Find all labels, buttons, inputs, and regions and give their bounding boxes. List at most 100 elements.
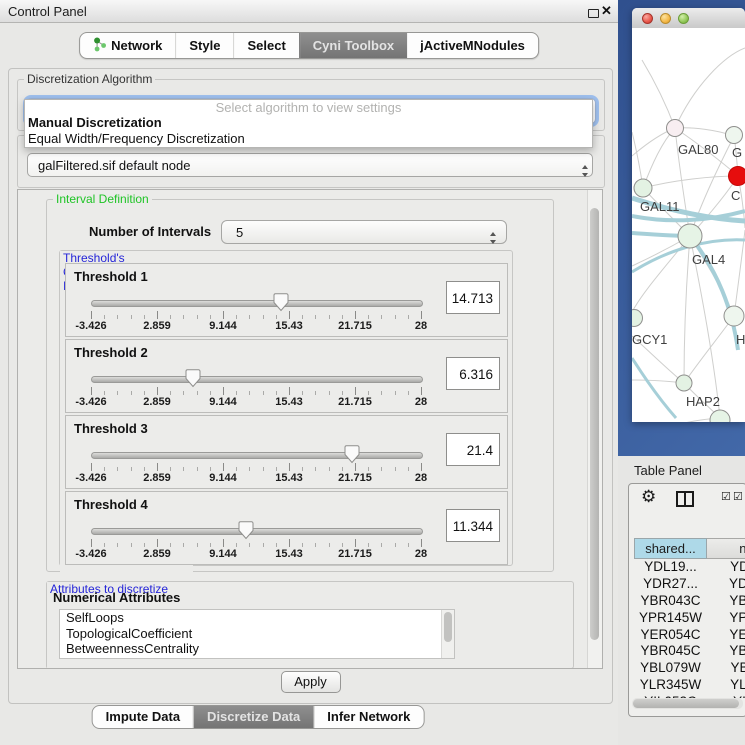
network-edge[interactable] (684, 316, 734, 383)
tab-infer-network[interactable]: Infer Network (313, 706, 423, 728)
apply-button[interactable]: Apply (281, 671, 341, 693)
tick-label: 9.144 (209, 320, 237, 332)
table-panel-section: Table Panel ⚙ ☑ ☑ shared...na YDL19...YD… (618, 456, 745, 745)
table-cell[interactable]: YDR27... (634, 576, 707, 593)
table-cell[interactable]: YBR045C (634, 643, 707, 660)
checkbox-icon[interactable]: ☑ (733, 490, 743, 503)
list-item[interactable]: SelfLoops (60, 610, 454, 626)
tab-label: Discretize Data (207, 709, 300, 724)
threshold-label: Threshold 1 (74, 269, 148, 284)
threshold-slider[interactable]: -3.4262.8599.14415.4321.71528 (91, 367, 421, 409)
table-cell[interactable]: YDL19... (634, 559, 707, 576)
dropdown-option[interactable]: Manual Discretization (25, 115, 592, 131)
close-icon[interactable]: ✕ (601, 3, 612, 19)
tick-label: 9.144 (209, 548, 237, 560)
table-row[interactable]: YER054CYER0 (634, 627, 745, 644)
table-row[interactable]: YLR345WYLR3 (634, 677, 745, 694)
table-cell[interactable]: YPR1 (707, 610, 745, 627)
tab-jactivemnodules[interactable]: jActiveMNodules (407, 33, 538, 58)
network-node[interactable] (667, 120, 684, 137)
threshold-slider[interactable]: -3.4262.8599.14415.4321.71528 (91, 519, 421, 561)
table-cell[interactable]: YLR3 (707, 677, 745, 694)
network-node[interactable] (726, 127, 743, 144)
slider-track[interactable] (91, 452, 423, 459)
num-intervals-spinner[interactable]: 5 (221, 220, 507, 244)
table-data-combobox[interactable]: galFiltered.sif default node (27, 153, 593, 177)
scrollbar-thumb[interactable] (590, 208, 599, 640)
threshold-value-field[interactable]: 14.713 (446, 281, 500, 314)
table-cell[interactable]: YER054C (634, 627, 707, 644)
threshold-slider[interactable]: -3.4262.8599.14415.4321.71528 (91, 443, 421, 485)
tab-impute-data[interactable]: Impute Data (93, 706, 193, 728)
slider-track[interactable] (91, 376, 423, 383)
table-cell[interactable]: YDL1 (707, 559, 745, 576)
node-label: GAL4 (692, 252, 725, 267)
float-window-icon[interactable] (588, 9, 599, 18)
horizontal-scrollbar[interactable] (632, 698, 743, 709)
columns-icon[interactable] (676, 491, 694, 507)
network-canvas[interactable]: GAL80GCGAL11GAL4GCY1HHAP2 (632, 28, 745, 422)
list-item[interactable]: BetweennessCentrality (60, 641, 454, 657)
tab-cyni-toolbox[interactable]: Cyni Toolbox (299, 33, 407, 58)
network-node[interactable] (729, 167, 745, 186)
slider-track[interactable] (91, 300, 423, 307)
tick-label: 2.859 (143, 548, 171, 560)
tick-label: 15.43 (275, 396, 303, 408)
table-row[interactable]: YDR27...YDR2 (634, 576, 745, 593)
vertical-scrollbar[interactable] (587, 190, 602, 668)
gear-icon[interactable]: ⚙ (641, 487, 656, 507)
close-traffic-light[interactable] (642, 13, 653, 24)
table-cell[interactable]: YDR2 (707, 576, 745, 593)
network-window-titlebar[interactable] (632, 8, 745, 29)
table-row[interactable]: YBR045CYBR0 (634, 643, 745, 660)
table-cell[interactable]: YBL079W (634, 660, 707, 677)
dropdown-option[interactable]: Equal Width/Frequency Discretization (25, 131, 592, 147)
table-row[interactable]: YDL19...YDL1 (634, 559, 745, 576)
list-item[interactable]: TopologicalCoefficient (60, 626, 454, 642)
tab-network[interactable]: Network (80, 33, 175, 58)
network-node[interactable] (634, 179, 652, 197)
threshold-panel: Threshold 2-3.4262.8599.14415.4321.71528… (65, 339, 508, 413)
scrollbar-thumb[interactable] (633, 699, 739, 708)
network-edge[interactable] (632, 358, 676, 418)
column-header-0[interactable]: shared... (634, 538, 707, 559)
table-cell[interactable]: YPR145W (634, 610, 707, 627)
table-row[interactable]: YPR145WYPR1 (634, 610, 745, 627)
threshold-value-field[interactable]: 6.316 (446, 357, 500, 390)
table-cell[interactable]: YBR043C (634, 593, 707, 610)
table-cell[interactable]: YER0 (707, 627, 745, 644)
threshold-slider[interactable]: -3.4262.8599.14415.4321.71528 (91, 291, 421, 333)
tab-label: jActiveMNodules (420, 38, 525, 53)
network-node[interactable] (676, 375, 692, 391)
network-edge[interactable] (643, 176, 738, 188)
table-row[interactable]: YBL079WYBL0 (634, 660, 745, 677)
network-edge[interactable] (642, 60, 675, 128)
network-node[interactable] (724, 306, 744, 326)
table-cell[interactable]: YBR0 (707, 643, 745, 660)
network-edge[interactable] (643, 128, 675, 188)
network-edge[interactable] (734, 230, 745, 316)
network-node[interactable] (632, 310, 643, 327)
tab-discretize-data[interactable]: Discretize Data (193, 706, 313, 728)
table-cell[interactable]: YBL0 (707, 660, 745, 677)
list-scrollbar[interactable] (441, 610, 454, 658)
zoom-traffic-light[interactable] (678, 13, 689, 24)
table-row[interactable]: YBR043CYBR0 (634, 593, 745, 610)
minimize-traffic-light[interactable] (660, 13, 671, 24)
slider-track[interactable] (91, 528, 423, 535)
numerical-attributes-list[interactable]: SelfLoopsTopologicalCoefficientBetweenne… (59, 609, 455, 659)
tab-select[interactable]: Select (233, 33, 298, 58)
network-edge[interactable] (684, 236, 690, 383)
network-node[interactable] (678, 224, 702, 248)
network-edge[interactable] (675, 48, 745, 128)
node-label: GCY1 (632, 332, 667, 347)
threshold-value-field[interactable]: 21.4 (446, 433, 500, 466)
settings-scroll-panel: Interval Definition Number of Intervals … (17, 189, 603, 669)
tab-style[interactable]: Style (175, 33, 233, 58)
checkbox-icon[interactable]: ☑ (721, 490, 731, 503)
network-edge[interactable] (632, 418, 720, 422)
column-header-1[interactable]: na (707, 538, 745, 559)
table-cell[interactable]: YBR0 (707, 593, 745, 610)
table-cell[interactable]: YLR345W (634, 677, 707, 694)
threshold-value-field[interactable]: 11.344 (446, 509, 500, 542)
